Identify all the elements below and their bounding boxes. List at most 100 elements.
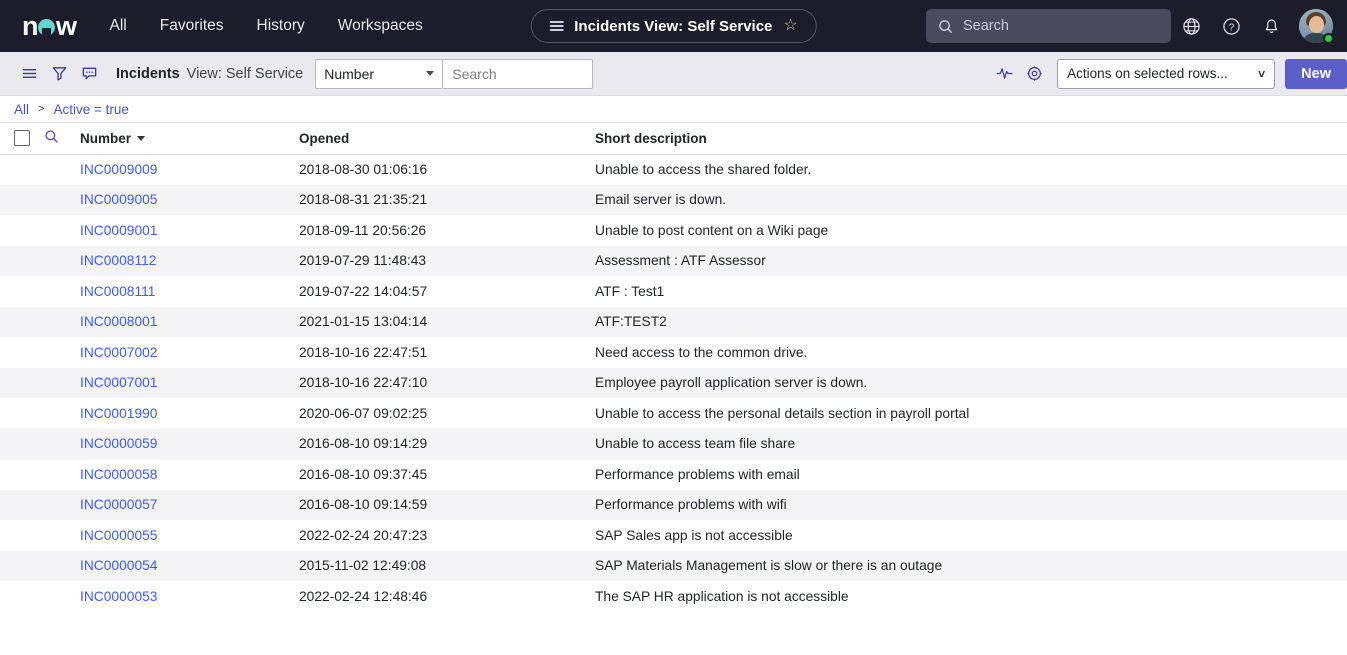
list-toolbar: Incidents View: Self Service Number Sear…: [0, 52, 1347, 96]
row-checkbox-cell[interactable]: [0, 398, 44, 429]
cell-short-description: SAP Sales app is not accessible: [595, 527, 793, 543]
search-field-select[interactable]: Number: [315, 58, 444, 89]
cell-number: INC0008001: [80, 307, 299, 338]
table-header: Number Opened Short description: [0, 123, 1347, 155]
table-row[interactable]: INC0008111 2019-07-22 14:04:57 ATF : Test1: [0, 276, 1347, 307]
breadcrumb-item-filter[interactable]: Active = true: [53, 102, 128, 117]
incident-link[interactable]: INC0009005: [80, 192, 157, 207]
cell-short-description: Unable to access the shared folder.: [595, 162, 812, 177]
incident-link[interactable]: INC0001990: [80, 406, 157, 421]
row-checkbox-cell[interactable]: [0, 154, 44, 185]
incident-link[interactable]: INC0009009: [80, 162, 157, 177]
activity-icon[interactable]: [989, 59, 1019, 89]
row-checkbox-cell[interactable]: [0, 368, 44, 399]
row-checkbox-cell[interactable]: [0, 459, 44, 490]
avatar[interactable]: [1299, 9, 1334, 44]
row-checkbox-cell[interactable]: [0, 581, 44, 612]
list-title: Incidents: [116, 65, 180, 82]
cell-opened: 2021-01-15 13:04:14: [299, 314, 428, 330]
logo-text-pre: n: [22, 10, 39, 41]
toolbar-right-cluster: Actions on selected rows... ˅ New: [989, 58, 1347, 89]
row-checkbox-cell[interactable]: [0, 307, 44, 338]
comment-icon[interactable]: [74, 59, 104, 89]
nav-item-all[interactable]: All: [110, 17, 127, 35]
incident-link[interactable]: INC0008111: [80, 284, 155, 299]
cell-opened: 2019-07-29 11:48:43: [299, 253, 427, 269]
servicenow-logo[interactable]: nw: [22, 10, 77, 41]
column-search-icon[interactable]: [44, 129, 59, 144]
row-checkbox-cell[interactable]: [0, 429, 44, 460]
actions-select-value: Actions on selected rows...: [1067, 66, 1228, 81]
select-all-checkbox[interactable]: [14, 130, 30, 147]
row-checkbox-cell[interactable]: [0, 337, 44, 368]
table-row[interactable]: INC0009005 2018-08-31 21:35:21 Email serve…: [0, 184, 1347, 216]
sort-descending-icon: [137, 135, 146, 141]
incident-link[interactable]: INC0007001: [80, 375, 157, 390]
incident-link[interactable]: INC0000058: [80, 467, 157, 482]
incident-link[interactable]: INC0000054: [80, 558, 157, 573]
cell-number: INC0000058: [80, 459, 299, 490]
table-row[interactable]: INC0000053 2022-02-24 12:48:46 The SAP HR …: [0, 581, 1347, 612]
table-row[interactable]: INC0008112 2019-07-29 11:48:43 Assessment …: [0, 245, 1347, 277]
list-view-label: View: Self Service: [186, 65, 304, 82]
row-action-cell: [44, 581, 80, 612]
incident-link[interactable]: INC0000059: [80, 436, 157, 451]
table-row[interactable]: INC0007001 2018-10-16 22:47:10 Employee pa…: [0, 367, 1347, 399]
cell-number: INC0009005: [80, 185, 299, 216]
current-view-pill[interactable]: Incidents View: Self Service ☆: [530, 9, 817, 43]
cell-number: INC0009009: [80, 154, 299, 185]
breadcrumb-item-all[interactable]: All: [14, 102, 29, 117]
table-row[interactable]: INC0008001 2021-01-15 13:04:14 ATF:TEST2: [0, 306, 1347, 338]
top-nav-right-cluster: Search ?: [926, 6, 1335, 46]
row-checkbox-cell[interactable]: [0, 276, 44, 307]
table-row[interactable]: INC0007002 2018-10-16 22:47:51 Need access…: [0, 337, 1347, 368]
star-icon[interactable]: ☆: [783, 18, 797, 34]
list-search-input[interactable]: Search: [443, 58, 594, 89]
incident-link[interactable]: INC0007002: [80, 345, 157, 360]
global-search-placeholder: Search: [963, 18, 1009, 34]
nav-item-history[interactable]: History: [257, 17, 305, 35]
table-row[interactable]: INC0000055 2022-02-24 20:47:23 SAP Sales a…: [0, 520, 1347, 551]
incident-link[interactable]: INC0000055: [80, 528, 157, 543]
row-checkbox-cell[interactable]: [0, 246, 44, 277]
row-checkbox-cell[interactable]: [0, 490, 44, 521]
nav-item-workspaces[interactable]: Workspaces: [338, 17, 423, 35]
cell-number: INC0009001: [80, 215, 299, 246]
gear-icon[interactable]: [1019, 59, 1049, 89]
table-row[interactable]: INC0009009 2018-08-30 01:06:16 Unable to a…: [0, 154, 1347, 185]
column-header-short-description[interactable]: Short description: [595, 123, 1347, 155]
table-row[interactable]: INC0009001 2018-09-11 20:56:26 Unable to p…: [0, 215, 1347, 246]
new-button[interactable]: New: [1285, 58, 1347, 89]
column-header-number[interactable]: Number: [80, 123, 299, 155]
incident-link[interactable]: INC0008001: [80, 314, 157, 329]
table-row[interactable]: INC0000054 2015-11-02 12:49:08 SAP Materia…: [0, 550, 1347, 582]
row-checkbox-cell[interactable]: [0, 551, 44, 582]
table-row[interactable]: INC0000058 2016-08-10 09:37:45 Performance…: [0, 459, 1347, 490]
incident-link[interactable]: INC0009001: [80, 223, 157, 238]
incident-link[interactable]: INC0000057: [80, 497, 157, 512]
incident-link[interactable]: INC0008112: [80, 253, 156, 268]
hamburger-menu-icon[interactable]: [14, 59, 44, 89]
cell-number: INC0001990: [80, 398, 299, 429]
incident-link[interactable]: INC0000053: [80, 589, 157, 604]
row-action-cell: [44, 490, 80, 521]
row-checkbox-cell[interactable]: [0, 215, 44, 246]
cell-opened: 2016-08-10 09:14:59: [299, 497, 428, 513]
row-checkbox-cell[interactable]: [0, 520, 44, 551]
help-icon[interactable]: ?: [1211, 6, 1251, 46]
cell-number: INC0000057: [80, 490, 299, 521]
filter-icon[interactable]: [44, 59, 74, 89]
table-row[interactable]: INC0000057 2016-08-10 09:14:59 Performance…: [0, 489, 1347, 521]
bell-icon[interactable]: [1251, 6, 1291, 46]
nav-item-favorites[interactable]: Favorites: [160, 17, 224, 35]
row-checkbox-cell[interactable]: [0, 185, 44, 216]
globe-icon[interactable]: [1171, 6, 1211, 46]
actions-on-selected-rows-select[interactable]: Actions on selected rows... ˅: [1057, 58, 1276, 89]
column-header-opened[interactable]: Opened: [299, 123, 595, 155]
cell-number: INC0000054: [80, 551, 299, 582]
global-search-input[interactable]: Search: [926, 9, 1171, 43]
table-row[interactable]: INC0000059 2016-08-10 09:14:29 Unable to a…: [0, 428, 1347, 460]
current-view-title: Incidents View: Self Service: [574, 17, 773, 35]
chevron-down-icon: ˅: [1258, 66, 1266, 81]
table-row[interactable]: INC0001990 2020-06-07 09:02:25 Unable to a…: [0, 398, 1347, 429]
